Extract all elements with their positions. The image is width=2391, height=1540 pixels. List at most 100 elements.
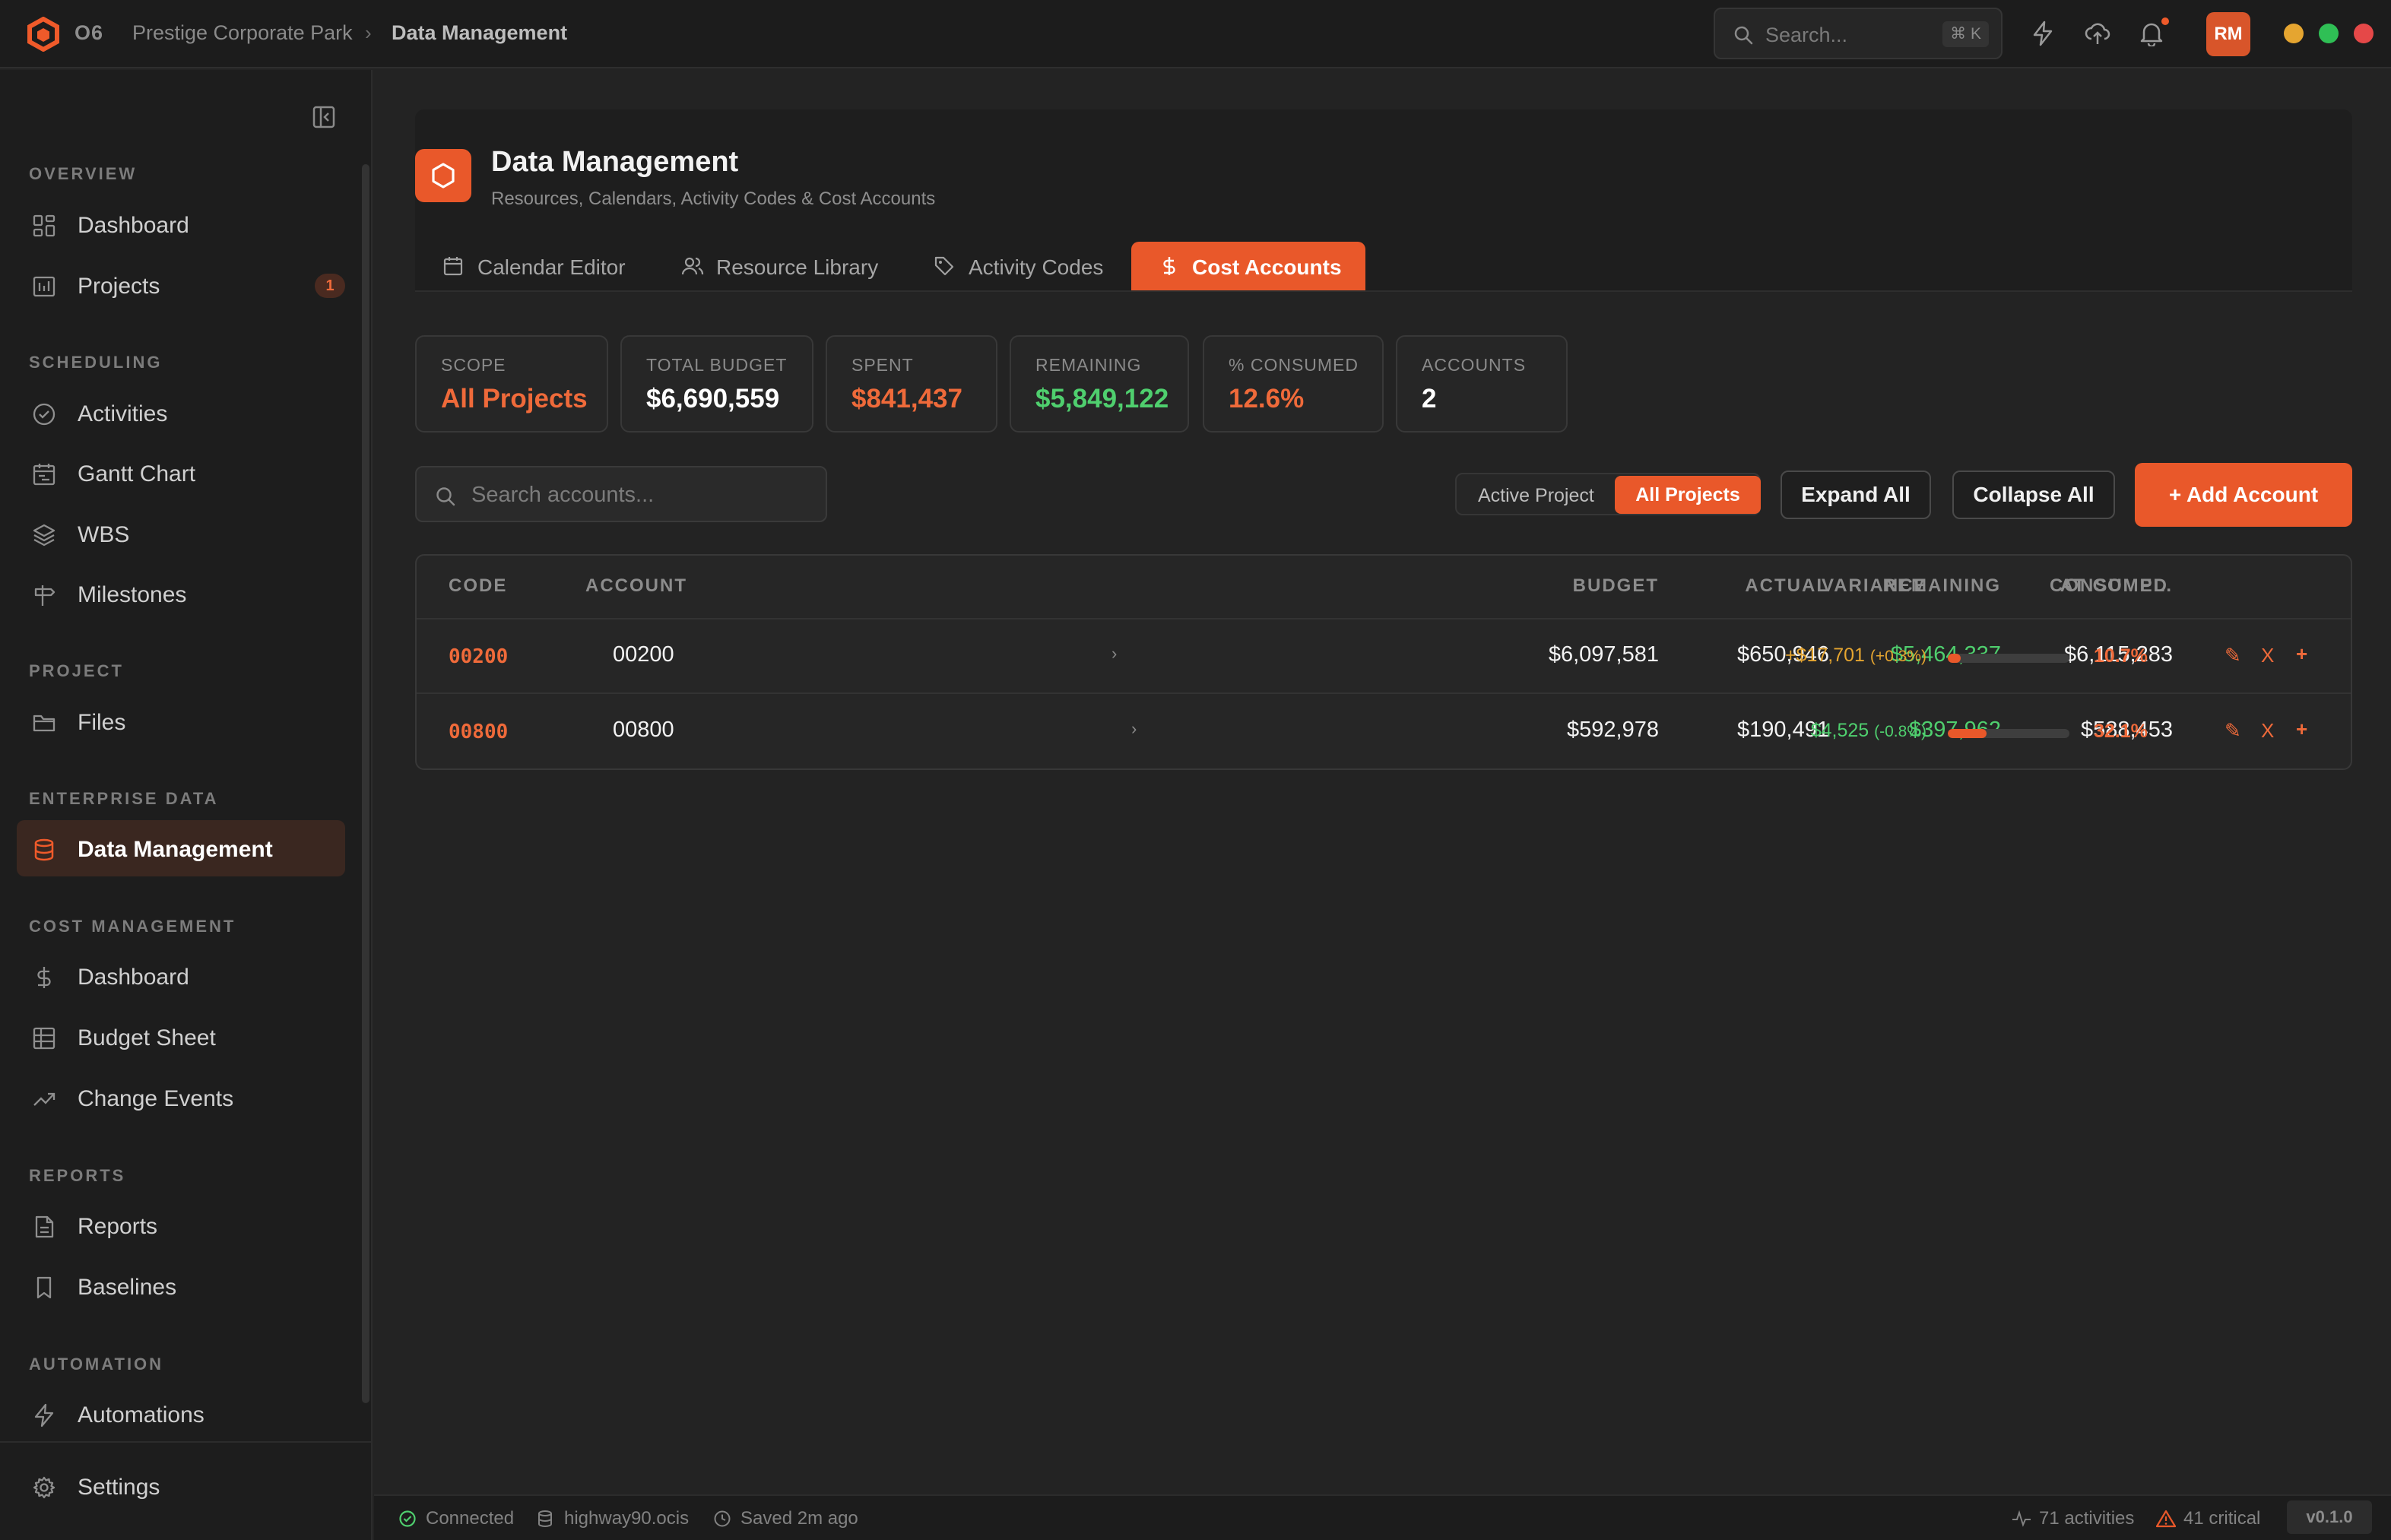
sidebar-item-label: Automations [78, 1402, 205, 1428]
calendar-icon [442, 255, 464, 277]
cost-accounts-table: CODE ACCOUNT BUDGET ACTUAL REMAINING AT … [415, 554, 2352, 770]
sidebar-divider [0, 1441, 373, 1443]
edit-icon[interactable]: ✎ [2225, 719, 2241, 743]
sidebar-item-baselines[interactable]: Baselines [17, 1258, 345, 1314]
add-child-icon[interactable]: + [2296, 642, 2307, 666]
cloud-upload-icon[interactable] [2085, 21, 2110, 46]
sidebar-item-gantt-chart[interactable]: Gantt Chart [17, 445, 345, 501]
delete-icon[interactable]: X [2261, 719, 2274, 743]
sidebar-item-projects[interactable]: Projects 1 [17, 257, 345, 313]
stat-card-consumed: % CONSUMED 12.6% [1203, 335, 1384, 433]
consumed-progress-fill [1948, 729, 1987, 738]
stat-value: $841,437 [851, 384, 962, 414]
sidebar-item-wbs[interactable]: WBS [17, 505, 345, 562]
column-header-budget[interactable]: BUDGET [1573, 575, 1659, 597]
variance-value: $4,525 (-0.8%) [1811, 720, 1926, 742]
account-code[interactable]: 00200 [449, 645, 508, 668]
account-search-input[interactable]: Search accounts... [415, 466, 827, 522]
trend-icon [32, 1087, 56, 1111]
breadcrumb-separator: › [365, 21, 372, 44]
sidebar-item-label: Files [78, 710, 126, 735]
bolt-icon[interactable] [2031, 21, 2054, 46]
budget-value: $592,978 [1567, 718, 1659, 742]
chart-icon [32, 274, 56, 299]
tab-cost-accounts[interactable]: Cost Accounts [1131, 242, 1365, 292]
account-code[interactable]: 00800 [449, 721, 508, 743]
add-child-icon[interactable]: + [2296, 718, 2307, 741]
document-icon [32, 1215, 56, 1239]
sidebar-item-label: Reports [78, 1214, 158, 1239]
page-hexagon-icon [415, 149, 471, 202]
activity-pulse-icon [2012, 1510, 2031, 1528]
stat-card-remaining: REMAINING $5,849,122 [1010, 335, 1189, 433]
chevron-right-icon[interactable]: › [1131, 719, 1137, 739]
column-header-actual[interactable]: ACTUAL [1745, 575, 1829, 597]
tag-icon [934, 255, 955, 277]
delete-icon[interactable]: X [2261, 644, 2274, 667]
tab-activity-codes[interactable]: Activity Codes [906, 242, 1121, 292]
save-status: Saved 2m ago [740, 1508, 858, 1529]
app-logo-icon[interactable] [26, 17, 61, 52]
tab-resource-library[interactable]: Resource Library [654, 242, 897, 292]
scope-option-active-project[interactable]: Active Project [1478, 485, 1594, 507]
page-subtitle: Resources, Calendars, Activity Codes & C… [491, 189, 936, 209]
stat-label: ACCOUNTS [1422, 355, 1527, 375]
stat-card-accounts: ACCOUNTS 2 [1396, 335, 1568, 433]
add-account-button[interactable]: + Add Account [2135, 463, 2352, 527]
sidebar-item-cost-dashboard[interactable]: Dashboard [17, 948, 345, 1004]
dollar-icon [32, 965, 56, 990]
account-name: 00200 [613, 642, 674, 667]
sidebar-item-milestones[interactable]: Milestones [17, 566, 345, 622]
bookmark-icon [32, 1275, 56, 1300]
window-minimize-button[interactable] [2284, 24, 2304, 43]
account-name: 00800 [613, 718, 674, 742]
column-header-variance[interactable]: VARIANCE [1822, 575, 1928, 597]
user-avatar[interactable]: RM [2206, 12, 2250, 56]
sidebar-item-files[interactable]: Files [17, 693, 345, 749]
sidebar-item-label: Change Events [78, 1086, 234, 1111]
consumed-progress-bar [1948, 654, 2069, 663]
sidebar-item-settings[interactable]: Settings [17, 1458, 345, 1514]
consumed-percent: 10.7% [2094, 645, 2148, 667]
database-icon [537, 1510, 553, 1528]
window-close-button[interactable] [2354, 24, 2374, 43]
connection-status: Connected [426, 1508, 515, 1529]
sidebar-item-change-events[interactable]: Change Events [17, 1069, 345, 1126]
edit-icon[interactable]: ✎ [2225, 644, 2241, 667]
window-maximize-button[interactable] [2319, 24, 2339, 43]
sidebar-collapse-icon[interactable] [312, 105, 336, 129]
sidebar-item-budget-sheet[interactable]: Budget Sheet [17, 1009, 345, 1065]
clock-icon [713, 1510, 731, 1528]
sidebar-item-activities[interactable]: Activities [17, 385, 345, 441]
chevron-right-icon[interactable]: › [1111, 644, 1117, 664]
collapse-all-button[interactable]: Collapse All [1952, 471, 2115, 519]
bolt-icon [32, 1403, 56, 1428]
column-header-code[interactable]: CODE [449, 575, 507, 597]
activities-count: 71 activities [2039, 1508, 2135, 1529]
sidebar-item-label: Gantt Chart [78, 461, 196, 486]
breadcrumb-project[interactable]: Prestige Corporate Park [132, 21, 353, 45]
sidebar-item-data-management[interactable]: Data Management [17, 820, 345, 876]
app-name: O6 [75, 21, 104, 44]
sidebar-item-label: Activities [78, 401, 168, 426]
sidebar-item-automations[interactable]: Automations [17, 1386, 345, 1442]
stat-value: 12.6% [1229, 384, 1305, 414]
variance-percent: (+0.3%) [1869, 648, 1926, 665]
sidebar-item-reports[interactable]: Reports [17, 1197, 345, 1253]
stat-label: SPENT [851, 355, 914, 375]
stat-card-scope: SCOPE All Projects [415, 335, 608, 433]
column-header-consumed[interactable]: CONSUMED [2050, 575, 2168, 597]
global-search[interactable]: Search... ⌘ K [1714, 8, 2003, 59]
sidebar-scrollbar[interactable] [362, 164, 369, 1403]
bell-icon[interactable] [2139, 21, 2164, 46]
nav-section-project: PROJECT [29, 661, 124, 680]
consumed-progress-bar [1948, 729, 2069, 738]
expand-all-button[interactable]: Expand All [1781, 471, 1931, 519]
stat-label: % CONSUMED [1229, 355, 1359, 375]
row-divider [417, 692, 2351, 694]
sidebar-item-label: Data Management [78, 837, 273, 862]
column-header-account[interactable]: ACCOUNT [585, 575, 687, 597]
scope-option-all-projects[interactable]: All Projects [1615, 476, 1761, 514]
sidebar-item-dashboard[interactable]: Dashboard [17, 196, 345, 252]
tab-calendar-editor[interactable]: Calendar Editor [415, 242, 640, 292]
